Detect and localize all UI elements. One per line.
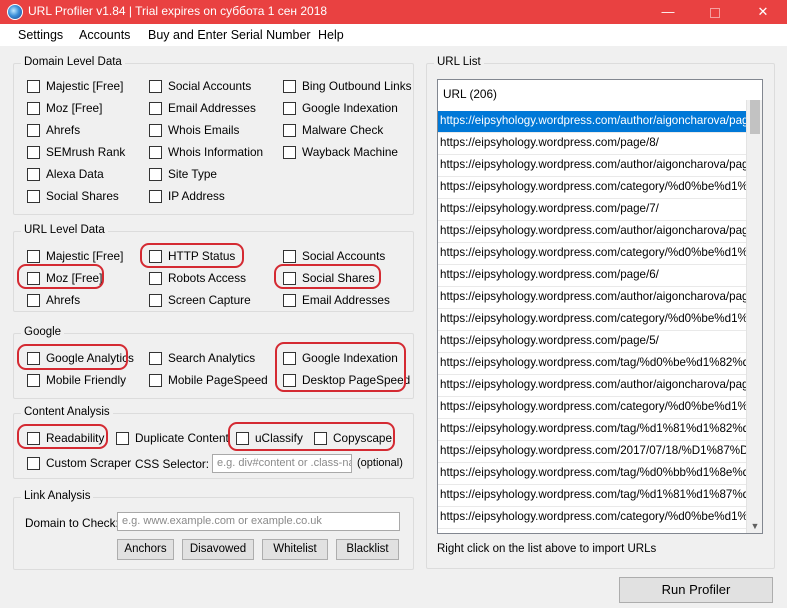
scroll-down-arrow-icon[interactable]: ▼ [747,521,762,531]
minimize-button[interactable]: — [645,0,691,24]
url-screen-capture-checkbox[interactable]: Screen Capture [149,293,251,307]
duplicate-content-checkbox[interactable]: Duplicate Content [116,431,229,445]
copyscape-checkbox[interactable]: Copyscape [314,431,392,445]
url-list-title: URL List [434,56,484,68]
url-list[interactable]: URL (206) https://eipsyhology.wordpress.… [437,79,763,534]
domain-site-type-checkbox[interactable]: Site Type [149,167,217,181]
app-icon [7,4,23,20]
url-level-title: URL Level Data [21,224,108,236]
domain-wayback-checkbox[interactable]: Wayback Machine [283,145,398,159]
url-list-row[interactable]: https://eipsyhology.wordpress.com/catego… [438,507,748,529]
domain-google-indexation-checkbox[interactable]: Google Indexation [283,101,398,115]
domain-level-title: Domain Level Data [21,56,125,68]
domain-alexa-checkbox[interactable]: Alexa Data [27,167,104,181]
domain-social-shares-checkbox[interactable]: Social Shares [27,189,119,203]
url-ahrefs-checkbox[interactable]: Ahrefs [27,293,80,307]
domain-whois-info-checkbox[interactable]: Whois Information [149,145,263,159]
domain-moz-checkbox[interactable]: Moz [Free] [27,101,102,115]
link-analysis-title: Link Analysis [21,490,94,502]
disavowed-button[interactable]: Disavowed [182,539,254,560]
url-email-addresses-checkbox[interactable]: Email Addresses [283,293,390,307]
url-list-row[interactable]: https://eipsyhology.wordpress.com/catego… [438,243,748,265]
url-list-row[interactable]: https://eipsyhology.wordpress.com/tag/%d… [438,353,748,375]
run-profiler-button[interactable]: Run Profiler [619,577,773,603]
uclassify-checkbox[interactable]: uClassify [236,431,303,445]
optional-label: (optional) [357,457,403,469]
readability-checkbox[interactable]: Readability [27,431,104,445]
menu-buy-serial[interactable]: Buy and Enter Serial Number [148,28,311,42]
url-list-row[interactable]: https://eipsyhology.wordpress.com/author… [438,221,748,243]
url-list-row[interactable]: https://eipsyhology.wordpress.com/tag/%d… [438,419,748,441]
url-list-row[interactable]: https://eipsyhology.wordpress.com/tag/%d… [438,485,748,507]
menu-settings[interactable]: Settings [18,28,63,42]
anchors-button[interactable]: Anchors [117,539,174,560]
custom-scraper-checkbox[interactable]: Custom Scraper [27,456,131,470]
google-group [13,333,414,399]
menu-bar: Settings Accounts Buy and Enter Serial N… [0,24,787,46]
maximize-icon [710,7,720,18]
domain-semrush-checkbox[interactable]: SEMrush Rank [27,145,125,159]
domain-to-check-label: Domain to Check: [25,516,119,530]
url-list-scrollbar[interactable]: ▼ [746,100,762,533]
url-social-accounts-checkbox[interactable]: Social Accounts [283,249,385,263]
url-list-row[interactable]: https://eipsyhology.wordpress.com/page/7… [438,199,748,221]
url-list-row[interactable]: https://eipsyhology.wordpress.com/tag/%d… [438,463,748,485]
url-list-header: URL (206) [443,87,497,101]
domain-whois-emails-checkbox[interactable]: Whois Emails [149,123,239,137]
url-list-row[interactable]: https://eipsyhology.wordpress.com/catego… [438,397,748,419]
url-list-row[interactable]: https://eipsyhology.wordpress.com/2017/0… [438,441,748,463]
url-http-status-checkbox[interactable]: HTTP Status [149,249,235,263]
scrollbar-thumb[interactable] [750,100,760,134]
menu-help[interactable]: Help [318,28,344,42]
close-button[interactable]: ✕ [740,0,786,24]
mobile-pagespeed-checkbox[interactable]: Mobile PageSpeed [149,373,268,387]
url-moz-checkbox[interactable]: Moz [Free] [27,271,102,285]
whitelist-button[interactable]: Whitelist [262,539,328,560]
domain-ahrefs-checkbox[interactable]: Ahrefs [27,123,80,137]
url-list-row[interactable]: https://eipsyhology.wordpress.com/author… [438,155,748,177]
google-title: Google [21,326,65,338]
url-list-row[interactable]: https://eipsyhology.wordpress.com/catego… [438,309,748,331]
domain-to-check-input[interactable]: e.g. www.example.com or example.co.uk [117,512,400,531]
window-title: URL Profiler v1.84 | Trial expires on су… [28,4,328,18]
domain-majestic-checkbox[interactable]: Majestic [Free] [27,79,123,93]
url-list-row[interactable]: https://eipsyhology.wordpress.com/page/5… [438,331,748,353]
url-robots-access-checkbox[interactable]: Robots Access [149,271,246,285]
content-analysis-title: Content Analysis [21,406,113,418]
menu-accounts[interactable]: Accounts [79,28,130,42]
url-list-row[interactable]: https://eipsyhology.wordpress.com/page/6… [438,265,748,287]
url-list-row[interactable]: https://eipsyhology.wordpress.com/author… [438,111,748,133]
domain-bing-outbound-checkbox[interactable]: Bing Outbound Links [283,79,412,93]
title-bar: URL Profiler v1.84 | Trial expires on су… [0,0,787,24]
url-list-row[interactable]: https://eipsyhology.wordpress.com/page/8… [438,133,748,155]
mobile-friendly-checkbox[interactable]: Mobile Friendly [27,373,126,387]
google-analytics-checkbox[interactable]: Google Analytics [27,351,134,365]
url-list-row[interactable]: https://eipsyhology.wordpress.com/author… [438,287,748,309]
css-selector-label: CSS Selector: [135,457,210,471]
domain-email-addresses-checkbox[interactable]: Email Addresses [149,101,256,115]
url-list-hint: Right click on the list above to import … [437,543,657,555]
url-list-row[interactable]: https://eipsyhology.wordpress.com/catego… [438,177,748,199]
maximize-button[interactable] [692,0,738,24]
desktop-pagespeed-checkbox[interactable]: Desktop PageSpeed [283,373,410,387]
domain-ip-address-checkbox[interactable]: IP Address [149,189,225,203]
search-analytics-checkbox[interactable]: Search Analytics [149,351,255,365]
blacklist-button[interactable]: Blacklist [336,539,399,560]
domain-social-accounts-checkbox[interactable]: Social Accounts [149,79,251,93]
url-list-row[interactable]: https://eipsyhology.wordpress.com/author… [438,375,748,397]
domain-malware-check-checkbox[interactable]: Malware Check [283,123,383,137]
google-indexation-checkbox[interactable]: Google Indexation [283,351,398,365]
url-majestic-checkbox[interactable]: Majestic [Free] [27,249,123,263]
css-selector-input[interactable]: e.g. div#content or .class-name [212,454,352,473]
url-social-shares-checkbox[interactable]: Social Shares [283,271,375,285]
